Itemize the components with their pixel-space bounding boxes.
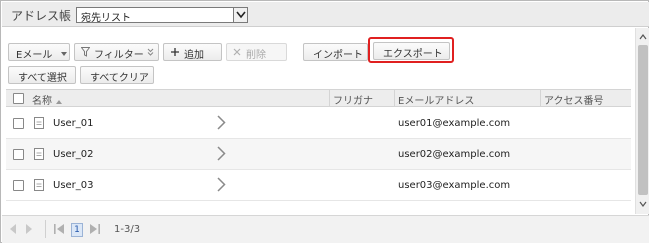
close-icon [233,48,241,59]
chevron-down-icon[interactable] [233,8,247,22]
export-highlight-box [368,37,454,63]
funnel-icon [80,47,91,60]
scroll-up-icon[interactable] [639,32,647,40]
contact-name: User_03 [53,180,94,191]
select-all-checkbox[interactable] [13,93,24,104]
pagination-range: 1-3/3 [114,224,141,235]
pagination-bar: 1 1-3/3 [2,215,649,243]
address-book-window: アドレス帳 宛先リスト Eメール フィルター 追加 削除 インポート エクスポー… [0,0,649,243]
chevron-right-icon[interactable] [217,177,226,195]
table-row[interactable]: User_01 user01@example.com [6,108,631,139]
add-button[interactable]: 追加 [163,43,222,61]
add-label: 追加 [184,50,204,61]
double-chevron-down-icon [147,48,154,59]
import-button[interactable]: インポート [303,43,368,61]
column-access-number-header[interactable]: アクセス番号 [544,92,604,107]
contact-email: user03@example.com [398,180,511,191]
scrollbar-thumb[interactable] [638,45,648,195]
caret-down-icon [61,49,67,60]
table-header: 名称 フリガナ Eメールアドレス アクセス番号 [6,89,631,107]
row-checkbox[interactable] [13,149,24,160]
chevron-right-icon[interactable] [217,146,226,164]
table-row[interactable]: User_03 user03@example.com [6,170,631,201]
contact-card-icon [34,179,44,194]
plus-icon [170,47,180,60]
vertical-scrollbar[interactable] [635,28,649,214]
contact-email: user02@example.com [398,149,511,160]
contact-card-icon [34,148,44,163]
scroll-left-icon[interactable] [8,223,21,236]
contact-name: User_01 [53,118,94,129]
header-bar: アドレス帳 宛先リスト [2,2,649,27]
current-page[interactable]: 1 [71,223,83,237]
table-row[interactable]: User_02 user02@example.com [6,139,631,170]
import-label: インポート [313,50,363,61]
contact-email: user01@example.com [398,118,511,129]
column-divider [540,90,541,106]
column-furigana-header[interactable]: フリガナ [333,92,373,107]
page-title: アドレス帳 [11,9,72,23]
list-select[interactable]: 宛先リスト [76,7,248,24]
select-all-button[interactable]: すべて選択 [8,66,76,84]
column-divider [394,90,395,106]
scroll-down-icon[interactable] [639,199,647,207]
clear-all-label: すべてクリア [90,73,149,84]
filter-type-label: Eメール [16,50,53,61]
filter-button[interactable]: フィルター [74,43,159,61]
clear-all-button[interactable]: すべてクリア [80,66,154,84]
column-name-header[interactable]: 名称 [32,92,52,107]
delete-button[interactable]: 削除 [226,43,287,61]
sort-asc-icon [56,96,62,107]
list-select-value: 宛先リスト [81,13,131,24]
column-divider [329,90,330,106]
scroll-right-icon[interactable] [24,223,37,236]
select-all-label: すべて選択 [18,73,67,84]
delete-label: 削除 [246,50,266,61]
row-checkbox[interactable] [13,118,24,129]
column-email-header[interactable]: Eメールアドレス [398,92,474,107]
filter-type-dropdown[interactable]: Eメール [8,43,70,61]
contact-name: User_02 [53,149,94,160]
first-page-icon[interactable] [53,223,66,236]
chevron-right-icon[interactable] [217,115,226,133]
divider [45,220,46,238]
filter-label: フィルター [94,50,144,61]
row-checkbox[interactable] [13,180,24,191]
contact-card-icon [34,117,44,132]
last-page-icon[interactable] [89,223,102,236]
